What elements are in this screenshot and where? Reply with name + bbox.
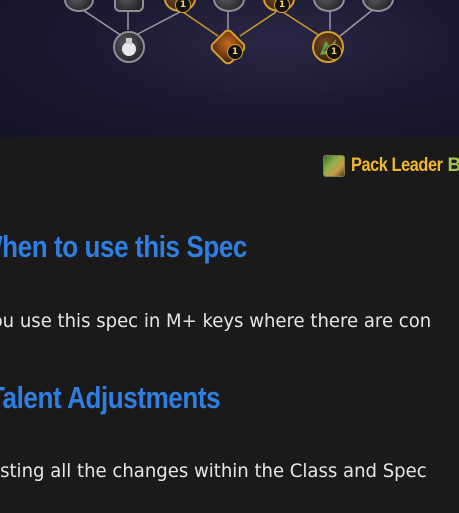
hero-spec-extra: B [447,155,459,176]
talent-node-potion[interactable] [113,31,145,63]
hero-spec-tag[interactable]: Pack Leader B [323,153,459,179]
rank-badge: 1 [227,44,243,60]
potion-icon [122,38,136,56]
section-text-talent-adjustments: Listing all the changes within the Class… [0,460,427,482]
section-text-when-to-use: You use this spec in M+ keys where there… [0,310,432,332]
talent-tree-panel: 1 1 1 1 [0,0,459,137]
hero-spec-name: Pack Leader [351,155,443,176]
section-heading-when-to-use: When to use this Spec [0,229,247,264]
talent-connectors [79,7,376,37]
talent-node-pet[interactable] [114,0,144,12]
pack-leader-icon [323,155,345,177]
section-heading-talent-adjustments: Talent Adjustments [0,380,221,415]
rank-badge: 1 [326,44,342,60]
